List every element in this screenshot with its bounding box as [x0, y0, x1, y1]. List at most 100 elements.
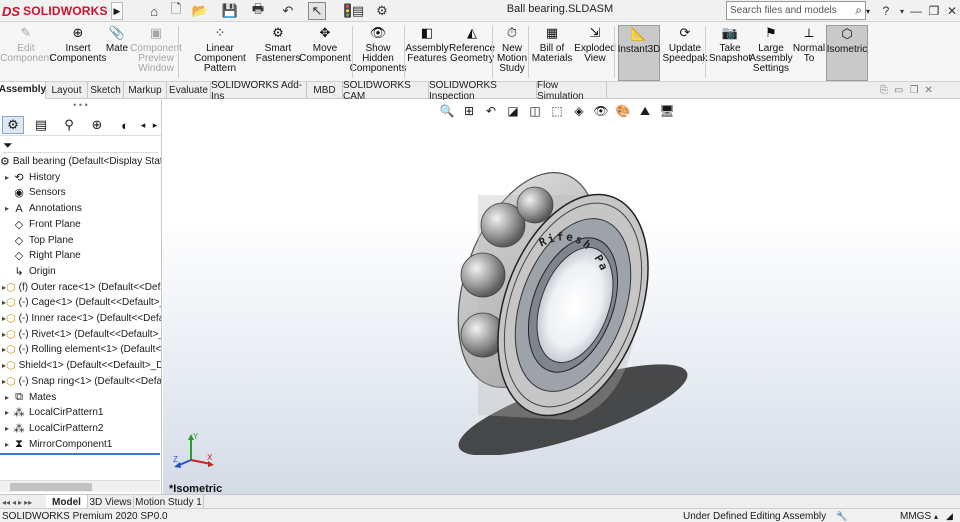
filter-bar[interactable]: ⏷: [3, 138, 158, 153]
tab-sketch[interactable]: Sketch: [88, 82, 124, 99]
open-icon[interactable]: 📂: [192, 2, 208, 20]
tree-item[interactable]: ◇ Top Plane: [0, 233, 161, 248]
search-input[interactable]: Search files and models: [730, 5, 855, 16]
tile-panel-icon[interactable]: ❐: [909, 85, 918, 97]
bill-of-materials-button[interactable]: ▦ Bill of Materials: [532, 25, 573, 81]
tree-item[interactable]: ▸ ⬡ (-) Rivet<1> (Default<<Default>_: [0, 327, 161, 342]
bottom-tab-motion-study-1[interactable]: Motion Study 1: [134, 495, 204, 509]
close-panel-icon[interactable]: ✕: [924, 85, 932, 97]
scroll-left-icon[interactable]: ◂: [138, 116, 148, 134]
select-icon[interactable]: ↖: [308, 2, 326, 20]
zoom-to-fit-icon[interactable]: 🔍: [438, 104, 456, 118]
view-settings-icon[interactable]: 🖥: [658, 104, 676, 118]
help-button[interactable]: ?: [878, 2, 894, 20]
restore-button[interactable]: ❐: [926, 2, 942, 20]
edit-component-button[interactable]: ✎ Edit Component: [0, 25, 52, 81]
horizontal-scrollbar[interactable]: [0, 480, 160, 492]
new-motion-study-button[interactable]: ⏱ New Motion Study: [495, 25, 529, 81]
bearing-model[interactable]: Rifesh Palmai: [423, 155, 703, 455]
unit-system[interactable]: MMGS: [900, 510, 931, 522]
linear-component-pattern-button[interactable]: ⁘ Linear Component Pattern: [182, 25, 258, 81]
tree-item[interactable]: ▸ ⬡ (-) Inner race<1> (Default<<Defa: [0, 311, 161, 326]
display-style-icon[interactable]: ◈: [570, 104, 588, 118]
tree-item[interactable]: ▸ ⧉ Mates: [0, 390, 161, 405]
tab-solidworks-inspection[interactable]: SOLIDWORKS Inspection: [429, 80, 537, 102]
new-icon[interactable]: 🗋: [168, 1, 184, 20]
insert-components-button[interactable]: ⊕ Insert Components: [50, 25, 107, 81]
mate-button[interactable]: 📎 Mate: [104, 25, 130, 81]
tab-assembly[interactable]: Assembly: [0, 82, 46, 99]
save-icon[interactable]: 💾: [222, 2, 238, 20]
tree-item[interactable]: ▸ ⧗ MirrorComponent1: [0, 437, 161, 452]
property-manager-icon[interactable]: ▤: [30, 116, 52, 134]
tree-item[interactable]: ⚙Ball bearing (Default<Display State-1>: [0, 154, 161, 169]
rebuild-icon[interactable]: 🔧: [836, 510, 847, 522]
expand-arrow-icon[interactable]: ▸: [2, 440, 12, 449]
expand-arrow-icon[interactable]: ▸: [2, 424, 12, 433]
file-properties-icon[interactable]: ▤: [350, 2, 366, 20]
section-view-icon[interactable]: ◪: [504, 104, 522, 118]
tab-markup[interactable]: Markup: [124, 82, 167, 99]
configuration-manager-icon[interactable]: ⚲: [58, 116, 80, 134]
tree-item[interactable]: ▸ ⬡ (-) Cage<1> (Default<<Default>_: [0, 295, 161, 310]
instant3d-button[interactable]: 📐 Instant3D: [618, 25, 660, 81]
apply-scene-icon[interactable]: ⛰: [636, 104, 654, 119]
take-snapshot-button[interactable]: 📷 Take Snapshot: [709, 25, 751, 81]
panel-grip[interactable]: • • •: [0, 100, 161, 114]
tree-item[interactable]: ▸ ⬡ (-) Rolling element<1> (Default<<: [0, 342, 161, 357]
tree-item[interactable]: ↳ Origin: [0, 264, 161, 279]
tab-solidworks-cam[interactable]: SOLIDWORKS CAM: [343, 80, 429, 102]
next-tab-arrow-icon[interactable]: ▸: [18, 498, 22, 507]
prev-tab-arrow-icon[interactable]: ◂: [12, 498, 16, 507]
filter-icon[interactable]: ⏷: [3, 138, 13, 152]
units-dropdown-icon[interactable]: ▴: [934, 510, 938, 522]
expand-arrow-icon[interactable]: ▸: [2, 173, 12, 182]
tree-item[interactable]: ◇ Front Plane: [0, 217, 161, 232]
isometric-button[interactable]: ⬡ Isometric: [826, 25, 868, 81]
zoom-to-area-icon[interactable]: ⊞: [460, 104, 478, 118]
hide-show-items-icon[interactable]: 👁: [592, 104, 610, 118]
previous-view-icon[interactable]: ↶: [482, 104, 500, 118]
exploded-view-button[interactable]: ⇲ Exploded View: [574, 25, 616, 81]
normal-to-button[interactable]: ⟂ Normal To: [793, 25, 825, 81]
search-box[interactable]: Search files and models ⌕: [726, 1, 866, 20]
tree-item[interactable]: ▸ ⟲ History: [0, 170, 161, 185]
dynamic-annotation-icon[interactable]: ◫: [526, 104, 544, 118]
first-tab-arrow-icon[interactable]: ◂◂: [2, 498, 10, 507]
bottom-tab-model[interactable]: Model: [46, 495, 88, 509]
expand-arrow-icon[interactable]: ▸: [2, 408, 12, 417]
window-panel-icon[interactable]: ▭: [894, 85, 903, 97]
edit-appearance-icon[interactable]: 🎨: [614, 104, 632, 118]
options-icon[interactable]: ⚙: [374, 2, 390, 20]
tree-item[interactable]: ▸ ⬡ (f) Outer race<1> (Default<<Defa: [0, 280, 161, 295]
component-preview-window-button[interactable]: ▣ Component Preview Window: [130, 25, 182, 81]
tree-item[interactable]: ▸ ⬡ (-) Snap ring<1> (Default<<Defau: [0, 374, 161, 389]
move-component-button[interactable]: ✥ Move Component: [299, 25, 351, 81]
tree-item[interactable]: ◉ Sensors: [0, 185, 161, 200]
tree-item[interactable]: ▸ ⬡ Shield<1> (Default<<Default>_Di: [0, 358, 161, 373]
close-button[interactable]: ✕: [944, 2, 960, 20]
expand-arrow-icon[interactable]: ▸: [2, 393, 12, 402]
view-orientation-icon[interactable]: ⬚: [548, 104, 566, 118]
tab-mbd[interactable]: MBD: [307, 82, 343, 99]
menu-expand-button[interactable]: ▶: [111, 2, 123, 20]
update-speedpak-button[interactable]: ⟳ Update Speedpak: [662, 25, 707, 81]
reference-geometry-button[interactable]: ◭ Reference Geometry: [449, 25, 495, 81]
smart-fasteners-button[interactable]: ⚙ Smart Fasteners: [256, 25, 300, 81]
large-assembly-settings-button[interactable]: ⚑ Large Assembly Settings: [749, 25, 792, 81]
dimxpert-manager-icon[interactable]: ⊕: [86, 116, 108, 134]
undo-icon[interactable]: ↶: [280, 2, 296, 20]
search-dropdown-icon[interactable]: ▾: [866, 2, 874, 20]
status-options-icon[interactable]: ◢: [946, 510, 953, 522]
tree-item[interactable]: ◇ Right Plane: [0, 248, 161, 263]
tab-layout[interactable]: Layout: [46, 82, 88, 99]
expand-arrow-icon[interactable]: ▸: [2, 204, 12, 213]
solidworks-logo[interactable]: DS SOLIDWORKS: [2, 2, 108, 20]
print-icon[interactable]: 🖶: [250, 1, 266, 20]
assembly-features-button[interactable]: ◧ Assembly Features: [405, 25, 448, 81]
bottom-tab-3d-views[interactable]: 3D Views: [88, 495, 134, 509]
last-tab-arrow-icon[interactable]: ▸▸: [24, 498, 32, 507]
tab-evaluate[interactable]: Evaluate: [167, 82, 211, 99]
tree-item[interactable]: ▸ ⁂ LocalCirPattern2: [0, 421, 161, 436]
display-manager-icon[interactable]: ◐: [114, 116, 136, 134]
